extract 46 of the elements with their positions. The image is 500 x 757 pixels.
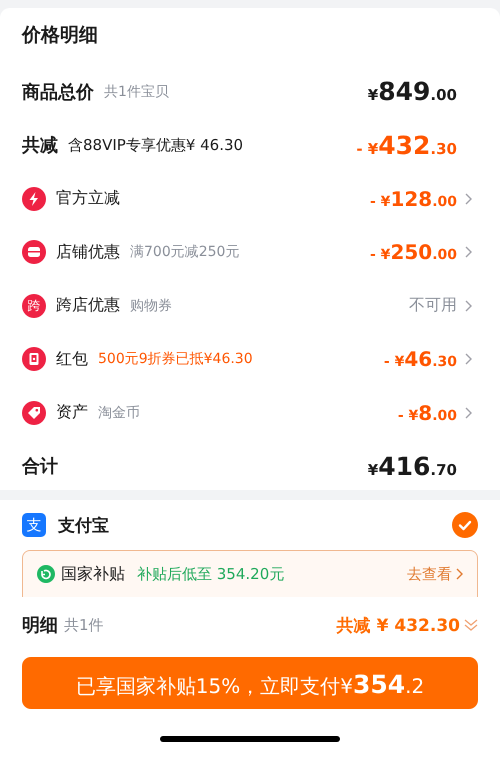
row-note: 淘金币 xyxy=(98,404,140,422)
price: - ¥128.00 xyxy=(370,186,457,211)
row-label: 官方立减 xyxy=(56,188,120,210)
row-note: 满700元减250元 xyxy=(130,243,240,262)
tag-icon xyxy=(22,400,46,425)
price: - ¥250.00 xyxy=(370,240,457,264)
item-count: 共1件 xyxy=(64,616,105,634)
row-note: 购物券 xyxy=(130,296,172,315)
row-note: 共1件宝贝 xyxy=(104,82,169,101)
chevron-icon xyxy=(465,246,472,258)
total-reduction: 共减 ¥ 432.30 xyxy=(336,614,460,636)
payment-logo-icon: 支 xyxy=(22,513,46,537)
subsidy-label: 国家补贴 xyxy=(61,564,125,584)
row-label: 店铺优惠 xyxy=(56,242,120,263)
row-label: 红包 xyxy=(56,348,88,370)
subsidy-note: 补贴后低至 354.20元 xyxy=(137,564,286,584)
lightning-icon xyxy=(22,186,46,211)
chevron-icon xyxy=(465,192,472,205)
status-text: 不可用 xyxy=(409,295,457,316)
price: - ¥432.30 xyxy=(356,130,457,160)
cross-store-icon: 跨 xyxy=(22,294,46,318)
view-link[interactable]: 去查看 xyxy=(407,564,463,584)
summary-label: 明细 xyxy=(22,614,58,637)
price: ¥849.00 xyxy=(368,77,457,106)
row-label: 商品总价 xyxy=(22,80,94,104)
chevron-icon xyxy=(465,406,472,419)
price: - ¥46.30 xyxy=(384,347,457,372)
row-note: 500元9折券已抵¥46.30 xyxy=(98,350,253,368)
subsidy-icon xyxy=(37,565,55,583)
row-label: 共减 xyxy=(22,134,58,158)
row-note: 含88VIP专享优惠¥ 46.30 xyxy=(68,136,244,155)
chevron-icon xyxy=(465,353,472,366)
checkmark-icon[interactable] xyxy=(452,512,478,538)
expand-icon[interactable] xyxy=(464,618,478,632)
store-icon xyxy=(22,240,46,264)
envelope-icon xyxy=(22,347,46,372)
price: - ¥8.00 xyxy=(398,400,457,425)
row-label: 跨店优惠 xyxy=(56,295,120,316)
row-label: 资产 xyxy=(56,402,88,424)
chevron-icon xyxy=(465,300,472,312)
row-label: 合计 xyxy=(22,455,58,478)
section-title: 价格明细 xyxy=(22,23,99,48)
payment-method-name: 支付宝 xyxy=(58,514,110,536)
chevron-icon xyxy=(456,568,463,580)
price: ¥416.70 xyxy=(368,452,457,481)
pay-button[interactable]: 已享国家补贴15%，立即支付¥354.2 xyxy=(22,657,478,709)
